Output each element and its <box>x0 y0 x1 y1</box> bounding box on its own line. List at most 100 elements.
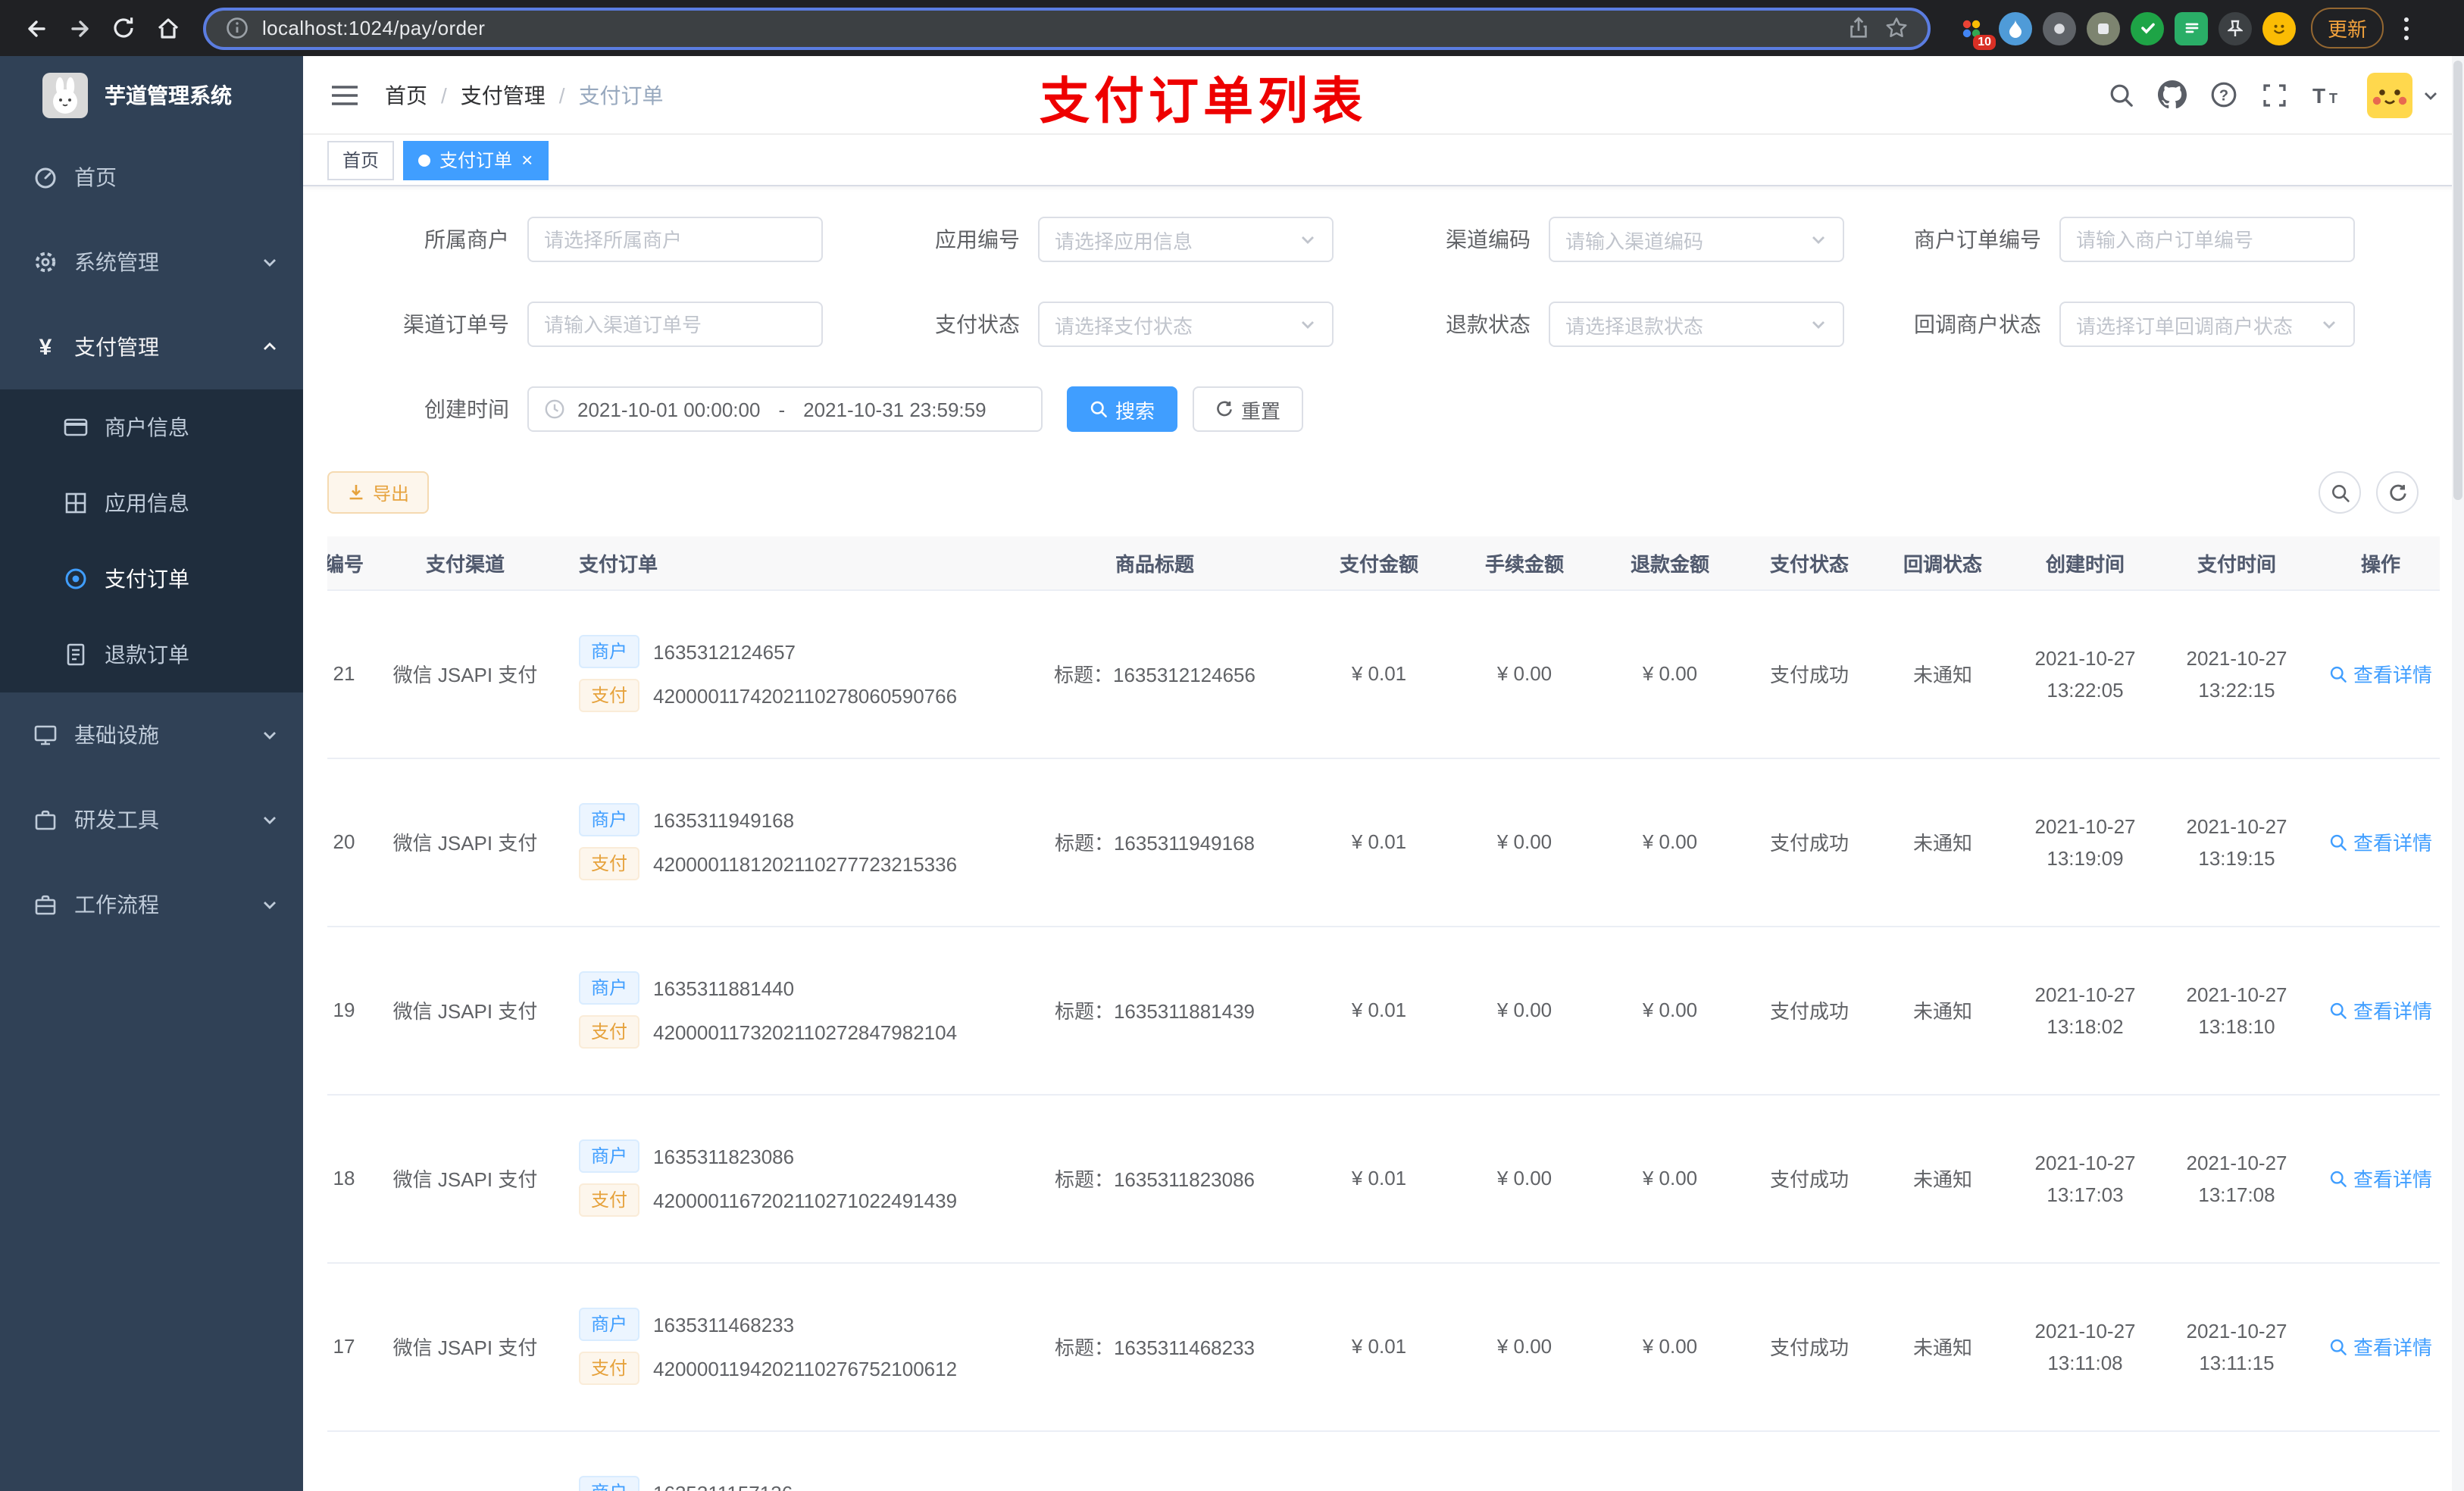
sidebar-item-app-info[interactable]: 应用信息 <box>0 465 303 541</box>
view-detail-link[interactable]: 查看详情 <box>2329 1332 2432 1361</box>
search-icon[interactable] <box>2108 81 2135 108</box>
cell-title: 标题：1635311949168 <box>1003 758 1306 927</box>
extension-dark-icon[interactable] <box>2043 11 2076 45</box>
extension-pin-icon[interactable] <box>2219 11 2252 45</box>
refund-status-select[interactable]: 请选择退款状态 <box>1549 302 1844 347</box>
sidebar-item-home[interactable]: 首页 <box>0 135 303 220</box>
merchant-tag: 商户 <box>579 1308 640 1341</box>
share-icon[interactable] <box>1846 15 1871 41</box>
date-end[interactable]: 2021-10-31 23:59:59 <box>803 398 986 420</box>
extension-colorful-icon[interactable]: 10 <box>1955 11 1996 49</box>
close-icon[interactable]: × <box>521 150 533 170</box>
view-detail-link[interactable]: 查看详情 <box>2329 996 2432 1024</box>
sidebar-item-payment[interactable]: ¥ 支付管理 <box>0 305 303 389</box>
active-tab-dot <box>418 154 431 166</box>
reset-button[interactable]: 重置 <box>1193 386 1304 432</box>
view-detail-link[interactable]: 查看详情 <box>2329 1164 2432 1192</box>
search-button[interactable]: 搜索 <box>1067 386 1178 432</box>
breadcrumb-pay-management[interactable]: 支付管理 <box>461 80 546 110</box>
cell-pay-amount: ¥ 0.01 <box>1306 1262 1452 1431</box>
search-icon <box>1090 401 1107 417</box>
app-logo: 芋道管理系统 <box>0 56 303 135</box>
breadcrumb-separator: / <box>441 83 447 107</box>
date-start[interactable]: 2021-10-01 00:00:00 <box>577 398 760 420</box>
refresh-icon <box>1217 401 1232 417</box>
back-icon[interactable] <box>15 8 56 48</box>
extension-blue-icon[interactable] <box>1999 11 2032 45</box>
sidebar-item-pay-order[interactable]: 支付订单 <box>0 541 303 617</box>
cell-pay-status <box>1743 1430 1876 1491</box>
chevron-down-icon <box>261 811 279 829</box>
refresh-button[interactable] <box>2376 471 2419 514</box>
cell-notify-status: 未通知 <box>1876 589 2009 758</box>
col-fee-amount: 手续金额 <box>1452 536 1597 590</box>
sidebar-item-refund-order[interactable]: 退款订单 <box>0 617 303 692</box>
extension-gray-icon[interactable] <box>2087 11 2120 45</box>
search-icon <box>2330 833 2347 850</box>
channel-code-select[interactable]: 请输入渠道编码 <box>1549 217 1844 262</box>
tab-pay-order[interactable]: 支付订单 × <box>403 140 549 180</box>
user-avatar[interactable] <box>2367 72 2440 117</box>
url-text[interactable]: localhost:1024/pay/order <box>262 17 1834 39</box>
app-id-select[interactable]: 请选择应用信息 <box>1038 217 1334 262</box>
table-tools <box>2319 471 2419 514</box>
merchant-order-no-input[interactable] <box>2059 217 2355 262</box>
tags-view-bar: 首页 支付订单 × <box>303 135 2464 186</box>
home-icon[interactable] <box>147 8 188 48</box>
extension-green-chat-icon[interactable] <box>2175 11 2208 45</box>
table-toolbar: 导出 <box>327 471 2440 514</box>
download-icon <box>349 485 363 500</box>
search-toggle-button[interactable] <box>2319 471 2361 514</box>
pay-status-select[interactable]: 请选择支付状态 <box>1038 302 1334 347</box>
svg-text:T: T <box>2329 90 2337 105</box>
filter-row-2: 渠道订单号 支付状态 请选择支付状态 退款状态 请选择退款状态 <box>327 302 2440 347</box>
merchant-input[interactable] <box>527 217 823 262</box>
chevron-down-icon <box>2425 92 2437 99</box>
notify-status-select[interactable]: 请选择订单回调商户状态 <box>2059 302 2355 347</box>
breadcrumb-home[interactable]: 首页 <box>385 80 427 110</box>
table-row: 17 微信 JSAPI 支付 商户 1635311468233 支付 42000… <box>327 1262 2440 1431</box>
view-detail-link[interactable]: 查看详情 <box>2329 659 2432 688</box>
cell-fee-amount <box>1452 1430 1597 1491</box>
site-info-icon[interactable] <box>224 15 250 41</box>
github-icon[interactable] <box>2158 80 2187 109</box>
export-button[interactable]: 导出 <box>327 471 430 514</box>
cell-pay-status: 支付成功 <box>1743 758 1876 927</box>
app-navbar: 首页 / 支付管理 / 支付订单 ? T T <box>303 56 2464 135</box>
sidebar-item-dev-tools[interactable]: 研发工具 <box>0 777 303 862</box>
extension-emoji-icon[interactable] <box>2262 11 2296 45</box>
sidebar-item-merchant-info[interactable]: 商户信息 <box>0 389 303 465</box>
channel-order-no-input[interactable] <box>527 302 823 347</box>
cell-notify-status: 未通知 <box>1876 1262 2009 1431</box>
browser-update-button[interactable]: 更新 <box>2311 8 2384 48</box>
browser-menu-icon[interactable] <box>2393 10 2420 46</box>
cell-pay-status: 支付成功 <box>1743 1262 1876 1431</box>
view-detail-link[interactable]: 查看详情 <box>2329 827 2432 856</box>
sidebar-item-system[interactable]: 系统管理 <box>0 220 303 305</box>
cell-pay-order: 商户 1635311881440 支付 42000011732021102728… <box>549 926 1003 1095</box>
hamburger-icon[interactable] <box>327 78 361 111</box>
table-body: 21 微信 JSAPI 支付 商户 1635312124657 支付 42000… <box>327 589 2440 1491</box>
vertical-scrollbar[interactable] <box>2452 56 2464 1491</box>
scrollbar-thumb[interactable] <box>2453 61 2462 500</box>
font-size-icon[interactable]: TT <box>2311 81 2344 108</box>
extension-green-check-icon[interactable] <box>2131 11 2164 45</box>
sidebar-item-infrastructure[interactable]: 基础设施 <box>0 692 303 777</box>
forward-icon[interactable] <box>59 8 100 48</box>
bookmark-star-icon[interactable] <box>1884 15 1909 41</box>
address-bar[interactable]: localhost:1024/pay/order <box>203 7 1931 49</box>
monitor-icon <box>33 723 58 747</box>
cell-pay-amount: ¥ 0.01 <box>1306 1094 1452 1263</box>
fullscreen-icon[interactable] <box>2261 81 2288 108</box>
cell-id: 18 <box>327 1094 382 1263</box>
cell-channel <box>382 1430 549 1491</box>
sidebar-item-workflow[interactable]: 工作流程 <box>0 862 303 947</box>
tab-home[interactable]: 首页 <box>327 140 395 180</box>
pay-tag: 支付 <box>579 1015 640 1049</box>
cell-notify-status: 未通知 <box>1876 1094 2009 1263</box>
cell-pay-status: 支付成功 <box>1743 589 1876 758</box>
help-icon[interactable]: ? <box>2209 80 2238 109</box>
cell-title: 标题：1635311823086 <box>1003 1094 1306 1263</box>
date-range-input[interactable]: 2021-10-01 00:00:00 - 2021-10-31 23:59:5… <box>527 386 1043 432</box>
reload-icon[interactable] <box>103 8 144 48</box>
